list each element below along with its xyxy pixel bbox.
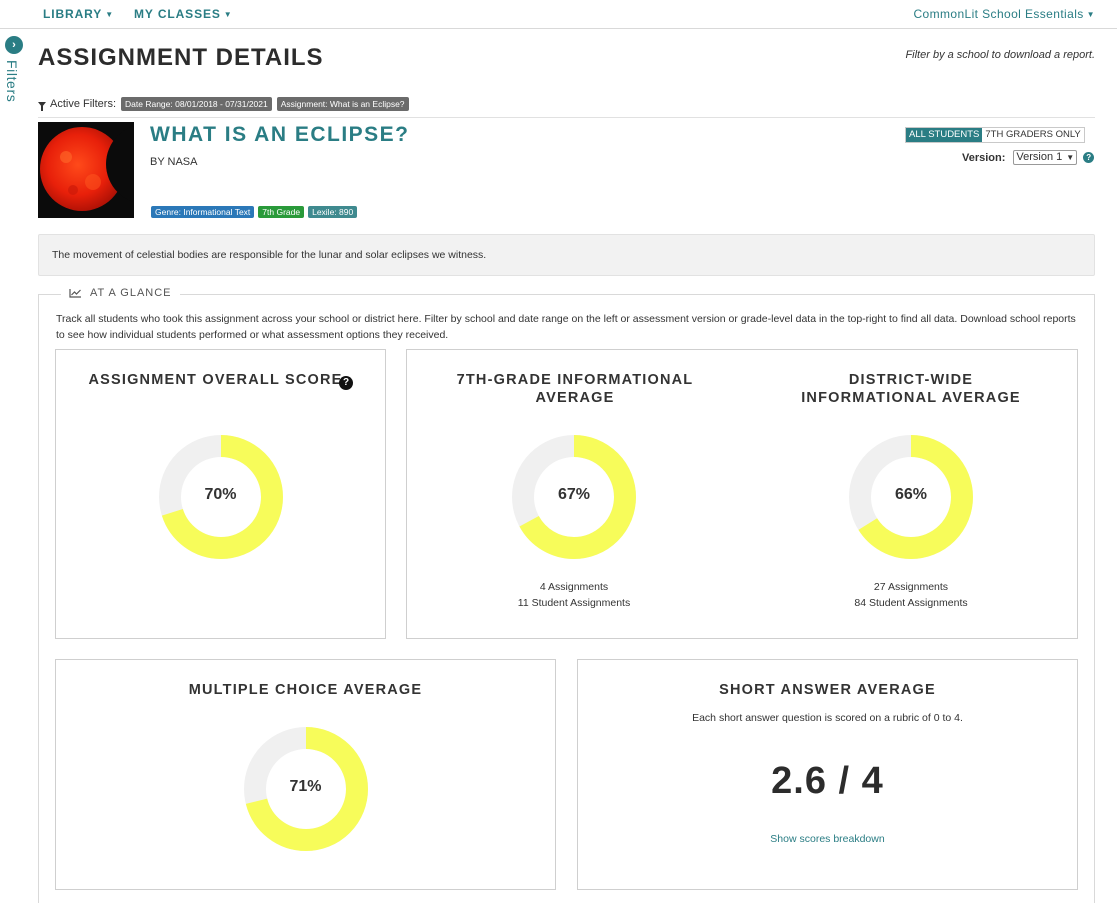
divider [38,117,1095,118]
district-average-title: DISTRICT-WIDE INFORMATIONAL AVERAGE [801,372,1021,406]
nav-my-classes[interactable]: MY CLASSES ▼ [134,7,233,21]
multiple-choice-percent: 71% [289,778,322,795]
active-filters-label: Active Filters: [50,98,117,110]
filters-toggle[interactable]: › Filters [0,30,28,110]
short-answer-rubric-note: Each short answer question is scored on … [692,712,963,724]
chevron-down-icon: ▼ [1066,153,1075,162]
text-tags: Genre: Informational Text 7th Grade Lexi… [151,206,358,218]
chevron-down-icon: ▼ [223,10,233,19]
all-students-button[interactable]: ALL STUDENTS [906,128,983,142]
informational-averages-card: 7TH-GRADE INFORMATIONAL AVERAGE 67% 4 As… [406,349,1078,639]
multiple-choice-title: MULTIPLE CHOICE AVERAGE [188,682,423,698]
show-scores-breakdown-link[interactable]: Show scores breakdown [578,833,1077,845]
lexile-tag: Lexile: 890 [308,206,358,218]
short-answer-card: SHORT ANSWER AVERAGE Each short answer q… [577,659,1078,890]
question-icon[interactable]: ? [339,376,353,390]
overall-score-card: ASSIGNMENT OVERALL SCORE ? 70% [55,349,386,639]
text-thumbnail [38,122,134,218]
short-answer-score: 2.6 / 4 [771,760,884,802]
grade-tag: 7th Grade [258,206,305,218]
filter-note: Filter by a school to download a report. [905,49,1095,61]
grade-average-percent: 67% [557,486,591,503]
district-average-percent: 66% [894,486,928,503]
question-icon[interactable]: ? [1083,152,1095,163]
nav-account-menu[interactable]: CommonLit School Essentials ▼ [913,7,1095,21]
seventh-graders-only-button[interactable]: 7TH GRADERS ONLY [982,128,1084,142]
filters-label: Filters [4,60,20,103]
short-answer-title: SHORT ANSWER AVERAGE [719,682,936,698]
filter-chip-date-range[interactable]: Date Range: 08/01/2018 - 07/31/2021 [121,97,272,111]
nav-library-label: LIBRARY [43,7,103,21]
filter-icon [38,101,46,111]
grade-average-panel: 7TH-GRADE INFORMATIONAL AVERAGE 67% 4 As… [407,350,743,640]
grade-average-student-assignments: 11 Student Assignments [517,597,631,609]
version-row: Version: Version 1 ▼ ? [962,150,1095,165]
version-select[interactable]: Version 1 ▼ [1013,150,1078,165]
grade-average-title: 7TH-GRADE INFORMATIONAL AVERAGE [456,372,694,406]
summary-text: The movement of celestial bodies are res… [52,249,487,261]
overall-score-percent: 70% [204,486,237,503]
top-nav: LIBRARY ▼ MY CLASSES ▼ CommonLit School Es… [0,0,1117,29]
nav-account-label: CommonLit School Essentials [913,7,1084,21]
district-average-panel: DISTRICT-WIDE INFORMATIONAL AVERAGE 66% … [743,350,1079,640]
text-summary: The movement of celestial bodies are res… [38,234,1095,276]
at-a-glance-legend: AT A GLANCE [61,287,180,299]
chevron-down-icon: ▼ [105,10,115,19]
text-author: BY NASA [150,156,198,168]
line-chart-icon [69,289,81,298]
overall-score-title: ASSIGNMENT OVERALL SCORE [88,372,343,388]
text-title-link[interactable]: WHAT IS AN ECLIPSE? [150,123,410,147]
chevron-right-icon: › [5,36,23,54]
version-select-value: Version 1 [1016,151,1063,163]
genre-tag: Genre: Informational Text [151,206,255,218]
nav-library[interactable]: LIBRARY ▼ [43,7,114,21]
filter-chip-assignment[interactable]: Assignment: What is an Eclipse? [276,97,409,111]
district-average-assignments: 27 Assignments [873,581,949,593]
page-title: ASSIGNMENT DETAILS [38,44,324,71]
nav-my-classes-label: MY CLASSES [134,7,221,21]
chevron-down-icon: ▼ [1086,10,1095,19]
multiple-choice-card: MULTIPLE CHOICE AVERAGE 71% [55,659,556,890]
at-a-glance-title: AT A GLANCE [90,287,172,299]
district-average-student-assignments: 84 Student Assignments [854,597,968,609]
grade-average-assignments: 4 Assignments [539,581,609,593]
at-a-glance-description: Track all students who took this assignm… [56,313,1076,341]
version-label: Version: [962,151,1006,164]
student-scope-toggle: ALL STUDENTS 7TH GRADERS ONLY [905,127,1085,143]
active-filters: Active Filters: Date Range: 08/01/2018 -… [38,97,409,111]
